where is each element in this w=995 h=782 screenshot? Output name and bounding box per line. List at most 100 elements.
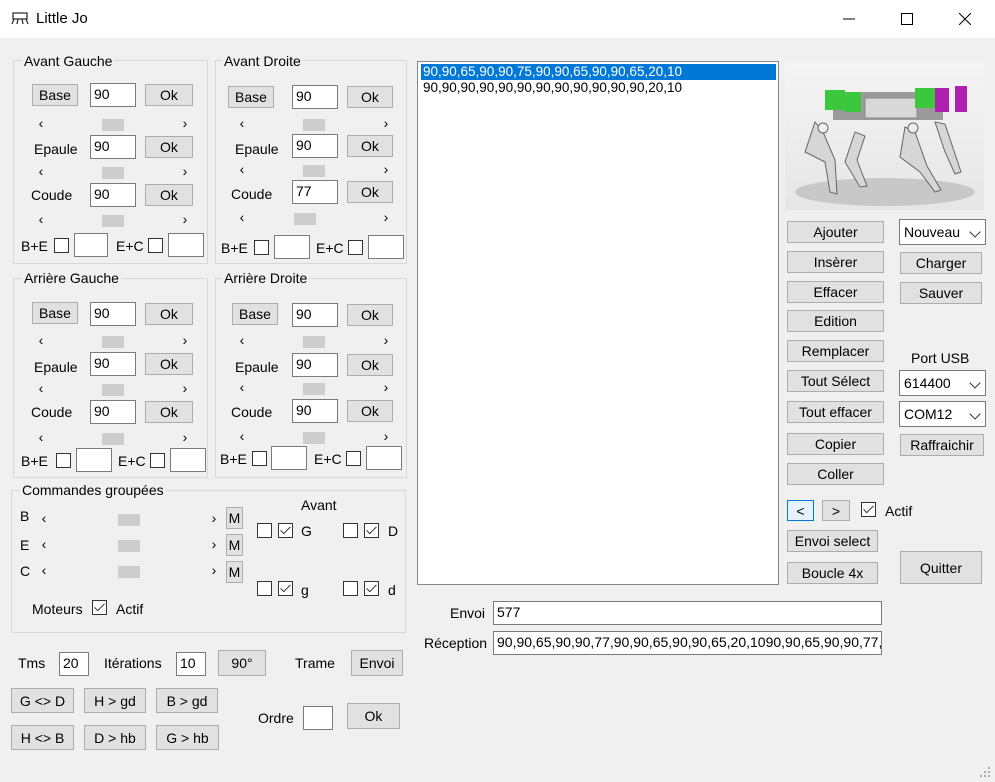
baud-select[interactable]: 614400 [899,370,986,396]
iterations-value[interactable]: 10 [176,652,206,676]
ec-checkbox[interactable] [348,240,363,255]
d-hb-button[interactable]: D > hb [84,725,146,750]
ec-checkbox[interactable] [150,453,165,468]
b-gd-button[interactable]: B > gd [156,688,218,713]
charger-button[interactable]: Charger [900,252,982,274]
resize-grip-icon[interactable] [979,766,991,778]
g-upper-box[interactable] [257,523,272,538]
coude-value[interactable]: 90 [90,183,136,207]
ec-value[interactable] [368,235,404,259]
epaule-ok-button[interactable]: Ok [145,136,193,158]
epaule-slider[interactable]: ‹ › [35,380,191,398]
base-slider[interactable]: ‹ › [236,332,392,350]
effacer-button[interactable]: Effacer [787,281,884,303]
coude-ok-button[interactable]: Ok [347,400,393,422]
base-slider[interactable]: ‹ › [236,115,392,133]
coude-slider[interactable]: ‹ › [35,211,191,229]
deg90-button[interactable]: 90° [218,650,266,676]
coude-ok-button[interactable]: Ok [347,181,393,203]
ec-value[interactable] [366,446,402,470]
d-upper-checkbox[interactable] [364,523,379,538]
next-button[interactable]: > [822,500,850,521]
close-button[interactable] [936,0,994,38]
ec-checkbox[interactable] [346,451,361,466]
c-m-button[interactable]: M [226,561,243,583]
ec-value[interactable] [170,448,206,472]
epaule-slider[interactable]: ‹ › [236,161,392,179]
trame-envoi-button[interactable]: Envoi [351,650,403,676]
prev-button[interactable]: < [787,500,814,521]
tout-select-button[interactable]: Tout Sélect [787,370,884,392]
coude-value[interactable]: 90 [90,400,136,424]
envoi-field[interactable]: 577 [493,601,882,625]
remplacer-button[interactable]: Remplacer [787,340,884,362]
moteurs-actif-checkbox[interactable] [92,600,107,615]
coude-value[interactable]: 90 [292,399,338,423]
base-slider[interactable]: ‹ › [35,332,191,350]
be-checkbox[interactable] [252,451,267,466]
tout-effacer-button[interactable]: Tout effacer [787,401,884,423]
g-lower-box[interactable] [257,581,272,596]
boucle-button[interactable]: Boucle 4x [787,562,878,584]
base-slider[interactable]: ‹ › [35,115,191,133]
be-value[interactable] [74,233,108,257]
base-ok-button[interactable]: Ok [347,304,393,326]
d-upper-box[interactable] [343,523,358,538]
swap-g-d-button[interactable]: G <> D [11,688,74,713]
be-value[interactable] [274,235,310,259]
be-value[interactable] [271,446,307,470]
e-m-button[interactable]: M [226,534,243,556]
h-gd-button[interactable]: H > gd [84,688,146,713]
g-upper-checkbox[interactable] [278,523,293,538]
base-ok-button[interactable]: Ok [145,303,193,325]
epaule-value[interactable]: 90 [90,352,136,376]
be-checkbox[interactable] [54,238,69,253]
reception-field[interactable]: 90,90,65,90,90,77,90,90,65,90,90,65,20,1… [493,631,882,655]
b-slider[interactable]: ‹ › [38,510,220,528]
minimize-button[interactable] [820,0,878,38]
base-value[interactable]: 90 [292,85,338,109]
com-select[interactable]: COM12 [899,401,986,427]
envoi-select-button[interactable]: Envoi select [787,530,878,552]
coude-ok-button[interactable]: Ok [145,184,193,206]
ec-value[interactable] [168,233,204,257]
base-value[interactable]: 90 [90,83,136,107]
base-button[interactable]: Base [32,84,78,106]
epaule-ok-button[interactable]: Ok [145,353,193,375]
quitter-button[interactable]: Quitter [900,551,982,584]
coude-slider[interactable]: ‹ › [236,209,392,227]
be-value[interactable] [76,448,112,472]
ordre-ok-button[interactable]: Ok [347,703,400,729]
g-hb-button[interactable]: G > hb [156,725,219,750]
actif-checkbox[interactable] [861,502,876,517]
epaule-ok-button[interactable]: Ok [347,354,393,376]
epaule-value[interactable]: 90 [90,135,136,159]
e-slider[interactable]: ‹ › [38,536,220,554]
swap-h-b-button[interactable]: H <> B [11,725,74,750]
sequence-list[interactable]: 90,90,65,90,90,75,90,90,65,90,90,65,20,1… [417,61,779,585]
list-item[interactable]: 90,90,65,90,90,75,90,90,65,90,90,65,20,1… [421,64,776,80]
edition-button[interactable]: Edition [787,310,884,332]
coude-ok-button[interactable]: Ok [145,401,193,423]
g-lower-checkbox[interactable] [278,581,293,596]
base-ok-button[interactable]: Ok [347,86,393,108]
ec-checkbox[interactable] [148,238,163,253]
be-checkbox[interactable] [254,240,269,255]
base-value[interactable]: 90 [90,302,136,326]
base-button[interactable]: Base [232,303,278,325]
tms-value[interactable]: 20 [59,652,89,676]
coude-slider[interactable]: ‹ › [236,428,392,446]
d-lower-checkbox[interactable] [364,581,379,596]
epaule-slider[interactable]: ‹ › [35,163,191,181]
base-ok-button[interactable]: Ok [145,84,193,106]
list-item[interactable]: 90,90,90,90,90,90,90,90,90,90,90,90,20,1… [421,80,776,96]
base-button[interactable]: Base [32,302,78,324]
epaule-value[interactable]: 90 [292,134,338,158]
epaule-ok-button[interactable]: Ok [347,135,393,157]
epaule-slider[interactable]: ‹ › [236,379,392,397]
d-lower-box[interactable] [343,581,358,596]
coude-value[interactable]: 77 [292,180,338,204]
coller-button[interactable]: Coller [787,463,884,485]
sauver-button[interactable]: Sauver [900,282,982,304]
be-checkbox[interactable] [56,453,71,468]
